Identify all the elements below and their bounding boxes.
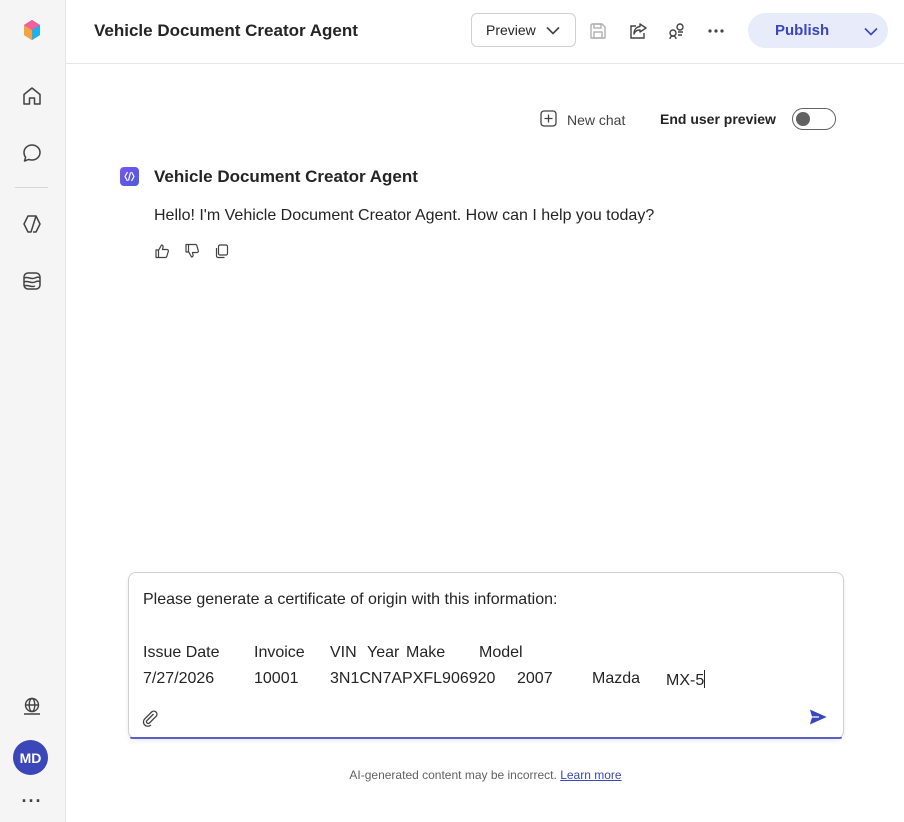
composer-focus-underline [130,737,842,739]
new-chat-label: New chat [567,112,626,128]
library-icon[interactable] [17,266,47,296]
more-actions-icon[interactable] [705,20,727,42]
composer-line-1: Please generate a certificate of origin … [143,591,558,608]
more-options-icon[interactable]: ··· [17,786,47,816]
composer-value-invoice: 10001 [254,670,299,687]
end-user-preview-label: End user preview [660,111,776,127]
publish-chevron-down-icon[interactable] [864,23,878,41]
send-icon[interactable] [807,707,830,729]
chat-icon[interactable] [17,138,47,168]
agent-name: Vehicle Document Creator Agent [154,167,418,186]
composer-value-model: MX-5 [666,672,705,689]
composer-header-make: Make [406,644,446,661]
thumbs-down-icon[interactable] [184,243,200,259]
composer-value-make: Mazda [592,670,641,687]
preview-label: Preview [486,22,536,38]
composer-value-issue-date: 7/27/2026 [143,670,215,687]
toggle-knob [796,112,810,126]
chevron-down-icon [546,22,560,38]
ai-disclaimer: AI-generated content may be incorrect. L… [0,768,904,782]
save-icon[interactable] [587,20,609,42]
copy-icon[interactable] [214,243,230,259]
learn-more-link[interactable]: Learn more [560,768,621,782]
message-reactions [154,243,230,259]
left-rail: MD ··· [0,0,66,822]
disclaimer-text: AI-generated content may be incorrect. [349,768,557,782]
text-caret [704,670,706,688]
copilot-logo-icon[interactable] [17,15,47,45]
message-composer[interactable]: Please generate a certificate of origin … [128,572,844,739]
agent-greeting-message: Hello! I'm Vehicle Document Creator Agen… [154,207,655,224]
globe-icon[interactable] [17,691,47,721]
new-chat-icon [540,110,557,130]
share-icon[interactable] [627,20,649,42]
attach-icon[interactable] [141,709,159,727]
rail-divider [15,187,48,188]
preview-dropdown-button[interactable]: Preview [471,13,576,47]
composer-value-year: 2007 [517,670,553,687]
home-icon[interactable] [17,81,47,111]
composer-header-model: Model [479,644,523,661]
top-header: Vehicle Document Creator Agent Preview P… [66,0,904,64]
end-user-preview-toggle[interactable] [792,108,836,130]
composer-value-vin: 3N1CN7APXFL906920 [330,670,496,687]
agents-icon[interactable] [17,209,47,239]
connections-icon[interactable] [666,20,688,42]
new-chat-button[interactable]: New chat [540,110,625,130]
composer-value-model-wrap: MX-5 [666,670,706,690]
composer-header-year: Year [367,644,400,661]
thumbs-up-icon[interactable] [154,243,170,259]
page-title: Vehicle Document Creator Agent [94,21,358,40]
publish-label: Publish [775,22,830,39]
composer-header-vin: VIN [330,644,357,661]
composer-header-invoice: Invoice [254,644,305,661]
agent-avatar-icon [120,167,139,186]
publish-button[interactable]: Publish [748,13,888,48]
app-window: MD ··· Vehicle Document Creator Agent Pr… [0,0,904,822]
composer-header-issue-date: Issue Date [143,644,220,661]
